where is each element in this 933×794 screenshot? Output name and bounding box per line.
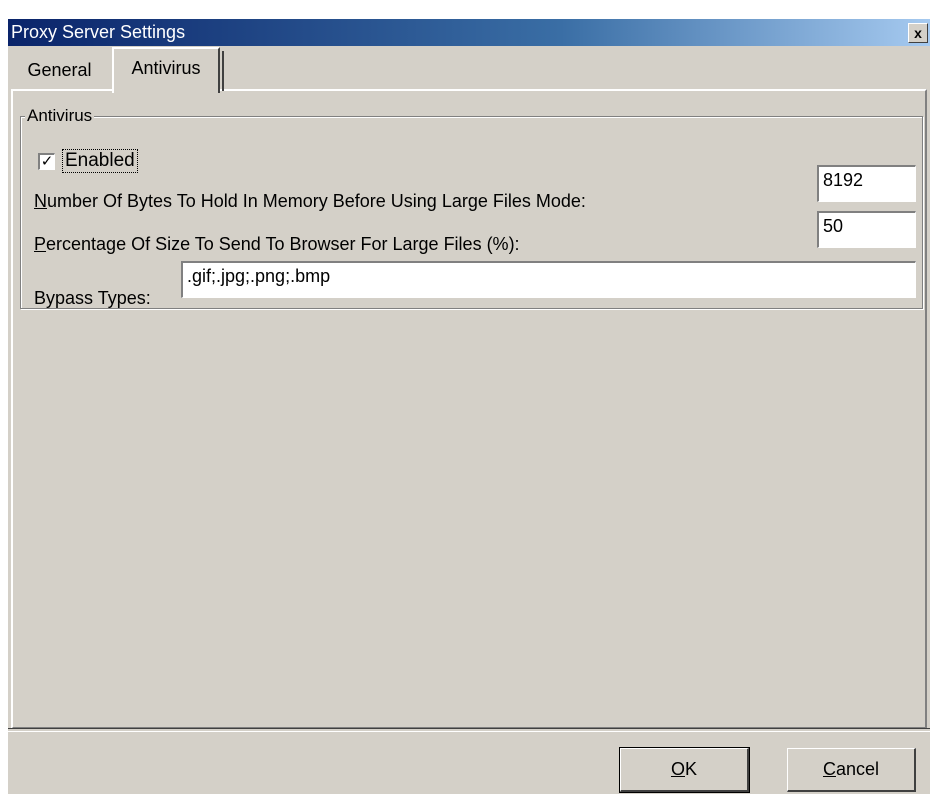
bypass-types-label: Bypass Types: xyxy=(34,288,151,308)
proxy-settings-dialog: Proxy Server Settings x General Antiviru… xyxy=(8,19,930,794)
window-title: Proxy Server Settings xyxy=(11,22,186,42)
enabled-label[interactable]: Enabled xyxy=(62,149,138,173)
footer-separator xyxy=(8,728,930,732)
percent-label: Percentage Of Size To Send To Browser Fo… xyxy=(34,234,520,255)
bytes-in-memory-label: Number Of Bytes To Hold In Memory Before… xyxy=(34,191,586,212)
tab-antivirus[interactable]: Antivirus xyxy=(112,47,224,93)
antivirus-group-label: Antivirus xyxy=(25,106,95,126)
enabled-checkbox[interactable]: ✓ xyxy=(38,153,55,170)
bytes-label-mnemonic: N xyxy=(34,191,47,211)
cancel-mnemonic: C xyxy=(822,759,836,779)
ok-button[interactable]: OK xyxy=(619,747,750,793)
bytes-label-text: umber Of Bytes To Hold In Memory Before … xyxy=(47,191,586,211)
ok-label: K xyxy=(685,759,698,779)
percent-label-mnemonic: P xyxy=(34,234,47,254)
percent-label-text: ercentage Of Size To Send To Browser For… xyxy=(46,234,520,254)
title-bar[interactable]: Proxy Server Settings x xyxy=(8,19,930,46)
bypass-types-input[interactable]: .gif;.jpg;.png;.bmp xyxy=(181,261,916,298)
cancel-label: ancel xyxy=(835,759,880,779)
percent-input[interactable]: 50 xyxy=(817,211,916,248)
close-icon[interactable]: x xyxy=(908,23,928,43)
ok-mnemonic: O xyxy=(670,759,685,779)
tab-general[interactable]: General xyxy=(12,53,107,87)
cancel-button[interactable]: Cancel xyxy=(787,748,916,792)
bytes-in-memory-input[interactable]: 8192 xyxy=(817,165,916,202)
